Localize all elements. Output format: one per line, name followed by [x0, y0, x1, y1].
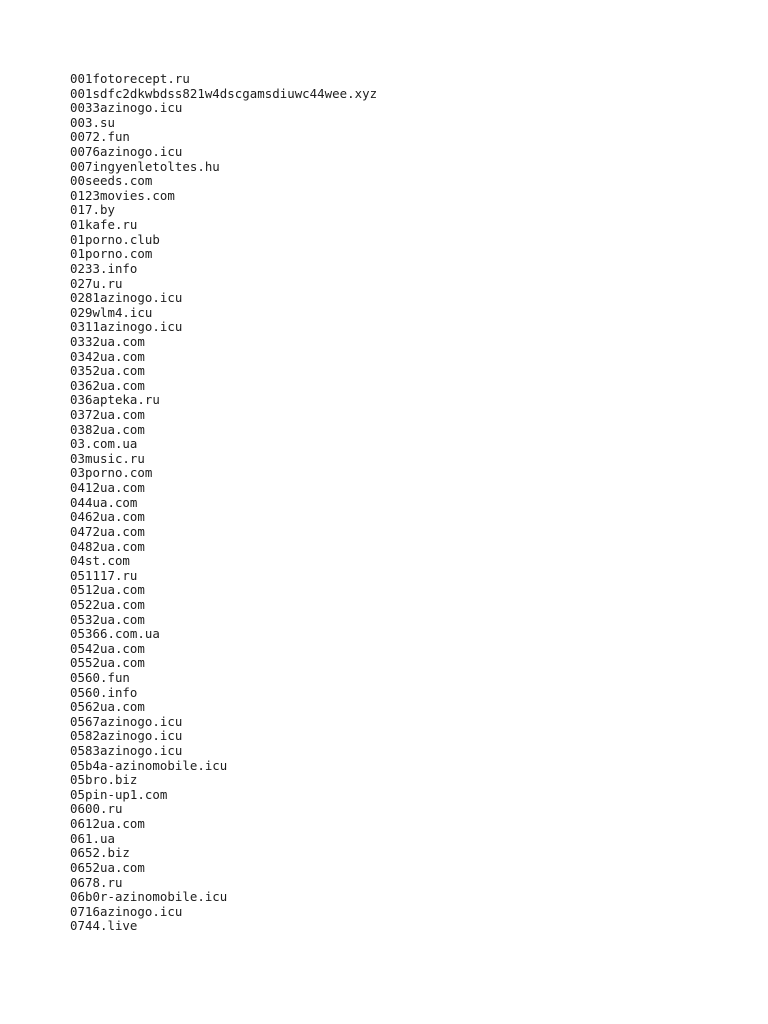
domain-list-item: 0583azinogo.icu	[70, 743, 183, 759]
domain-list-item: 0652.biz	[70, 845, 130, 861]
domain-list-item: 01kafe.ru	[70, 217, 138, 233]
domain-list-item: 05bro.biz	[70, 772, 138, 788]
domain-list-item: 00seeds.com	[70, 173, 153, 189]
domain-list-item: 027u.ru	[70, 275, 123, 291]
domain-list-item: 0582azinogo.icu	[70, 728, 183, 744]
domain-list-item: 0542ua.com	[70, 640, 145, 656]
domain-list-item: 0233.info	[70, 260, 138, 276]
domain-list-item: 01porno.club	[70, 231, 160, 247]
domain-list-item: 0600.ru	[70, 801, 123, 817]
domain-list-item: 0076azinogo.icu	[70, 144, 183, 160]
domain-list-item: 061.ua	[70, 830, 115, 846]
domain-list-item: 0532ua.com	[70, 611, 145, 627]
domain-list-item: 06b0r-azinomobile.icu	[70, 889, 228, 905]
domain-list-item: 0552ua.com	[70, 655, 145, 671]
domain-list-item: 05366.com.ua	[70, 626, 160, 642]
domain-list-item: 001sdfc2dkwbdss821w4dscgamsdiuwc44wee.xy…	[70, 85, 378, 101]
domain-list-item: 03.com.ua	[70, 436, 138, 452]
domain-list-item: 017.by	[70, 202, 115, 218]
domain-list-item: 0462ua.com	[70, 509, 145, 525]
domain-list-item: 0567azinogo.icu	[70, 713, 183, 729]
domain-list-item: 0678.ru	[70, 874, 123, 890]
domain-list-item: 0562ua.com	[70, 699, 145, 715]
domain-list-item: 0072.fun	[70, 129, 130, 145]
domain-list: 001fotorecept.ru 001sdfc2dkwbdss821w4dscg…	[70, 71, 378, 934]
domain-list-item: 0281azinogo.icu	[70, 290, 183, 306]
domain-list-item: 0472ua.com	[70, 523, 145, 539]
domain-list-item: 0560.fun	[70, 669, 130, 685]
domain-list-item: 007ingyenletoltes.hu	[70, 158, 220, 174]
domain-list-item: 0482ua.com	[70, 538, 145, 554]
domain-list-item: 0652ua.com	[70, 859, 145, 875]
domain-list-item: 044ua.com	[70, 494, 138, 510]
domain-list-item: 0744.live	[70, 918, 138, 934]
domain-list-item: 0342ua.com	[70, 348, 145, 364]
domain-list-item: 0362ua.com	[70, 377, 145, 393]
domain-list-item: 0352ua.com	[70, 363, 145, 379]
domain-list-item: 04st.com	[70, 553, 130, 569]
domain-list-item: 036apteka.ru	[70, 392, 160, 408]
domain-list-item: 0311azinogo.icu	[70, 319, 183, 335]
domain-list-item: 03porno.com	[70, 465, 153, 481]
domain-list-item: 0033azinogo.icu	[70, 100, 183, 116]
domain-list-item: 029wlm4.icu	[70, 304, 153, 320]
document-page: 001fotorecept.ru 001sdfc2dkwbdss821w4dscg…	[0, 0, 768, 1024]
domain-list-item: 0612ua.com	[70, 816, 145, 832]
domain-list-item: 0522ua.com	[70, 596, 145, 612]
domain-list-item: 0332ua.com	[70, 333, 145, 349]
domain-list-item: 0412ua.com	[70, 480, 145, 496]
domain-list-item: 003.su	[70, 114, 115, 130]
domain-list-item: 0512ua.com	[70, 582, 145, 598]
domain-list-item: 03music.ru	[70, 450, 145, 466]
domain-list-item: 0560.info	[70, 684, 138, 700]
domain-list-item: 05b4a-azinomobile.icu	[70, 757, 228, 773]
domain-list-item: 0372ua.com	[70, 407, 145, 423]
domain-list-item: 051117.ru	[70, 567, 138, 583]
domain-list-item: 05pin-up1.com	[70, 786, 168, 802]
domain-list-item: 0123movies.com	[70, 187, 175, 203]
domain-list-item: 01porno.com	[70, 246, 153, 262]
domain-list-item: 001fotorecept.ru	[70, 71, 190, 86]
domain-list-item: 0382ua.com	[70, 421, 145, 437]
domain-list-item: 0716azinogo.icu	[70, 903, 183, 919]
